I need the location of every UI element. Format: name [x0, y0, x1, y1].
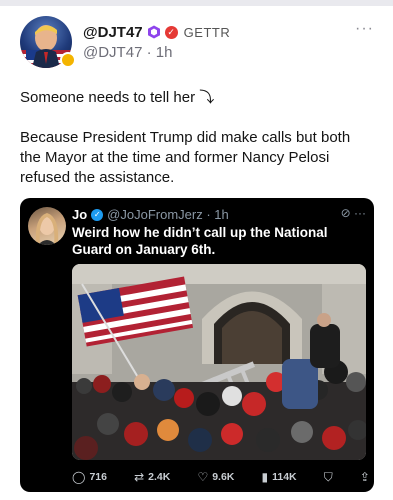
share-stat[interactable]: ⇪ — [360, 470, 370, 484]
verified-check-icon: ✓ — [91, 208, 104, 221]
embed-action-bar: ◯ 716 ⇄ 2.4K ♡ 9.6K ▮ 114K ⛉ ⇪ — [72, 468, 370, 486]
top-strip — [0, 0, 393, 6]
reply-icon: ◯ — [72, 470, 86, 484]
post-line-1: Someone needs to tell her ⤵ — [20, 89, 215, 106]
views-stat[interactable]: ▮ 114K — [262, 470, 297, 484]
red-check-icon: ✓ — [164, 25, 178, 39]
handle-time: @DJT47 · 1h — [83, 44, 173, 61]
views-count: 114K — [272, 471, 297, 483]
gold-verified-icon — [60, 52, 76, 68]
embed-handle-time: @JoJoFromJerz · 1h — [107, 207, 229, 222]
platform-label: GETTR — [183, 24, 231, 40]
display-name[interactable]: @DJT47 — [83, 24, 143, 41]
repost-icon: ⇄ — [134, 470, 145, 484]
post-body: Someone needs to tell her ⤵ Because Pres… — [20, 88, 375, 188]
hexagon-badge-icon — [147, 25, 160, 39]
reply-count: 716 — [89, 471, 107, 483]
reply-stat[interactable]: ◯ 716 — [72, 470, 107, 484]
embed-avatar[interactable] — [28, 207, 66, 245]
embed-photo[interactable] — [72, 264, 366, 460]
repost-count: 2.4K — [148, 471, 171, 483]
like-stat[interactable]: ♡ 9.6K — [197, 470, 234, 484]
like-count: 9.6K — [212, 471, 235, 483]
bookmark-stat[interactable]: ⛉ — [324, 470, 333, 485]
embed-name[interactable]: Jo — [72, 207, 87, 222]
heart-icon: ♡ — [197, 470, 209, 484]
share-icon: ⇪ — [359, 470, 370, 484]
views-chart-icon: ▮ — [261, 470, 269, 484]
embed-actions[interactable]: ⊘ ··· — [341, 206, 366, 220]
bookmark-icon: ⛉ — [323, 469, 333, 484]
repost-stat[interactable]: ⇄ 2.4K — [134, 470, 170, 484]
post-line-2: Because President Trump did make calls b… — [20, 129, 351, 186]
post-header: @DJT47 ✓ GETTR @DJT47 · 1h ··· — [20, 16, 380, 72]
more-options-icon[interactable]: ··· — [355, 20, 374, 38]
embedded-tweet[interactable]: Jo ✓ @JoJoFromJerz · 1h ⊘ ··· Weird how … — [20, 198, 374, 492]
embed-tweet-text: Weird how he didn’t call up the National… — [72, 225, 328, 257]
